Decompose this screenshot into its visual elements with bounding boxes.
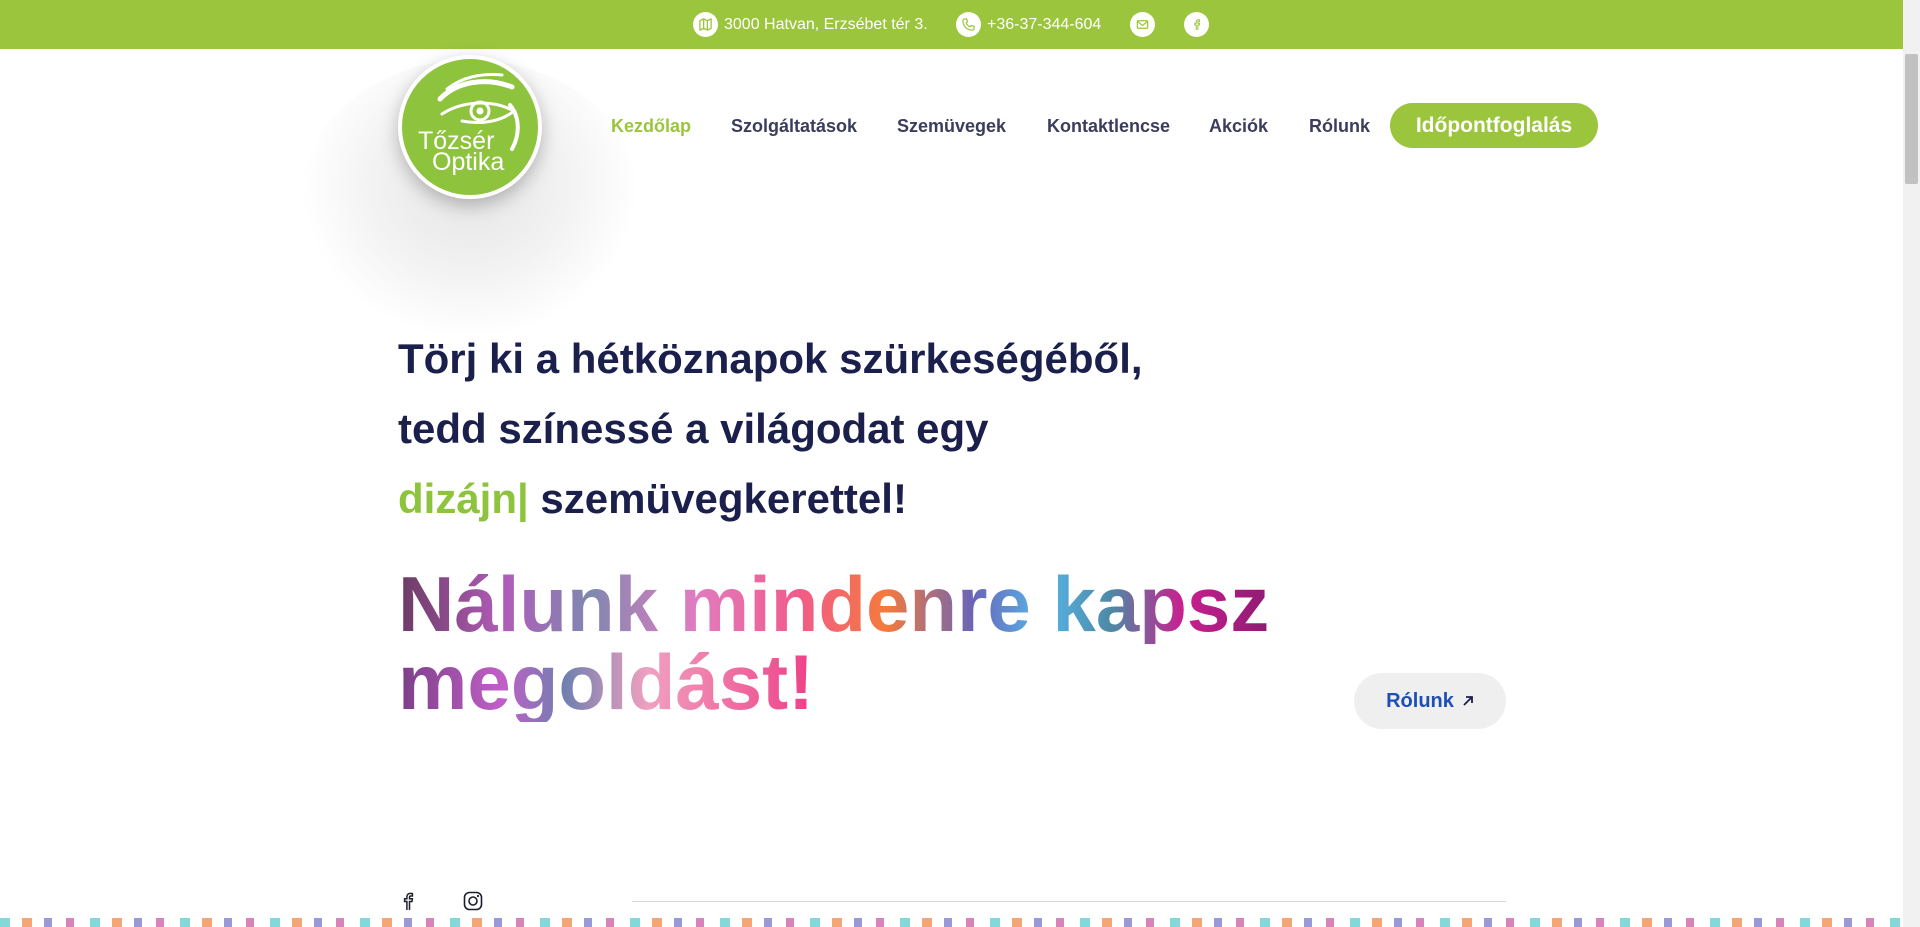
divider-line — [632, 901, 1506, 902]
top-info-bar: 3000 Hatvan, Erzsébet tér 3. +36-37-344-… — [0, 0, 1920, 49]
nav-item-szolgaltatasok[interactable]: Szolgáltatások — [731, 114, 857, 138]
logo-text-line2: Optika — [432, 148, 505, 176]
hero-line-1: Törj ki a hétköznapok szürkeségéből, — [398, 335, 1143, 382]
nav-item-kontaktlencse[interactable]: Kontaktlencse — [1047, 114, 1170, 138]
phone-icon — [956, 12, 981, 37]
decorative-frames-pattern — [0, 918, 1900, 927]
nav-item-szemuvegek[interactable]: Szemüvegek — [897, 114, 1006, 138]
nav-item-kezdolap[interactable]: Kezdőlap — [611, 114, 691, 138]
booking-button[interactable]: Időpontfoglalás — [1390, 103, 1598, 148]
scrollbar-thumb[interactable] — [1905, 54, 1918, 184]
site-logo[interactable]: Tőzsér Optika — [398, 55, 542, 199]
facebook-icon — [1184, 12, 1209, 37]
hero-big-line-1: Nálunk mindenre kapsz — [398, 560, 1270, 648]
hero-line-3-rest: szemüvegkerettel! — [528, 475, 907, 522]
hero-line-3: dizájn| szemüvegkerettel! — [398, 474, 907, 524]
instagram-link[interactable] — [462, 890, 484, 912]
hero-line-2: tedd színessé a világodat egy — [398, 405, 989, 452]
nav-item-rolunk[interactable]: Rólunk — [1309, 114, 1370, 138]
facebook-icon — [403, 892, 414, 910]
nav-item-akciok[interactable]: Akciók — [1209, 114, 1268, 138]
hero-typing-word: dizájn| — [398, 475, 529, 522]
instagram-icon — [463, 891, 483, 911]
email-link[interactable] — [1130, 12, 1155, 37]
facebook-link[interactable] — [397, 890, 419, 912]
about-us-button[interactable]: Rólunk — [1354, 673, 1506, 729]
arrow-up-right-icon — [1463, 696, 1473, 706]
hero-big-line-2: megoldást! — [398, 638, 815, 726]
facebook-link-top[interactable] — [1184, 12, 1209, 37]
mail-icon — [1130, 12, 1155, 37]
phone-item[interactable]: +36-37-344-604 — [956, 12, 1101, 37]
phone-text: +36-37-344-604 — [987, 15, 1102, 33]
address-item[interactable]: 3000 Hatvan, Erzsébet tér 3. — [693, 12, 928, 37]
address-text: 3000 Hatvan, Erzsébet tér 3. — [724, 15, 928, 33]
map-icon — [693, 12, 718, 37]
about-us-label: Rólunk — [1386, 689, 1454, 712]
